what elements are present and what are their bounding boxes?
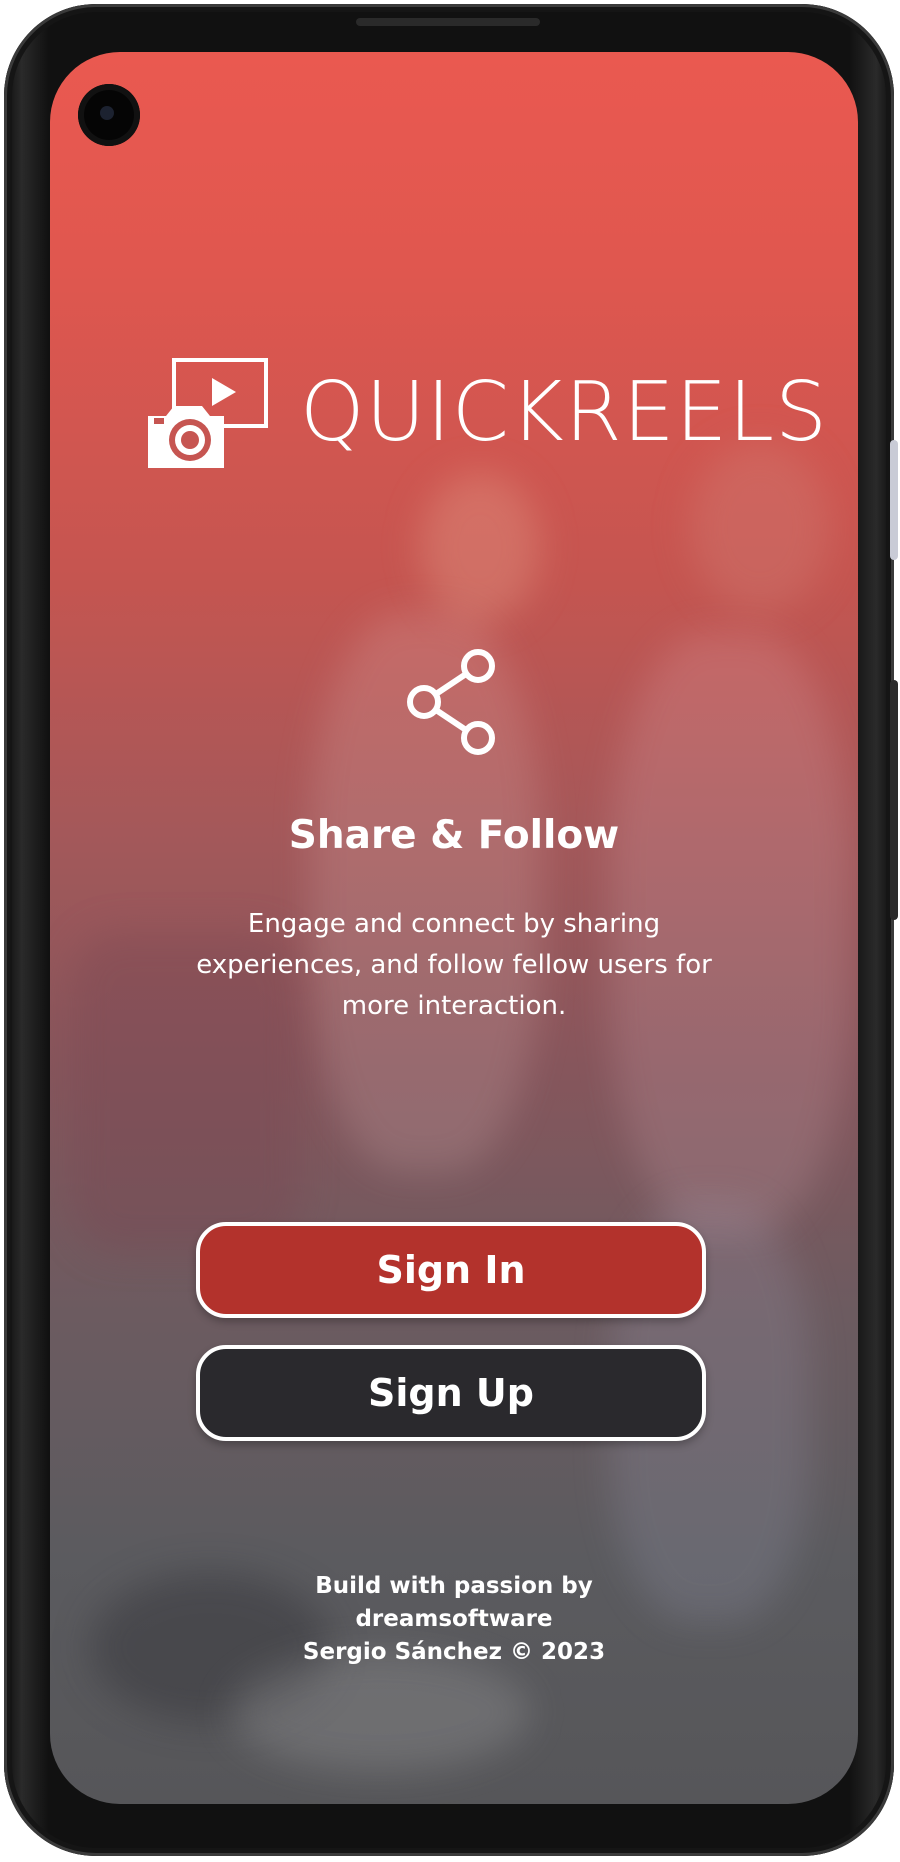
camera-play-icon	[148, 358, 268, 468]
footer-line: dreamsoftware	[355, 1606, 553, 1632]
front-camera	[78, 84, 140, 146]
footer-line: Build with passion by	[315, 1573, 593, 1599]
volume-button	[890, 440, 898, 560]
phone-frame: QUICKREELS Share & Follow Engage and con…	[4, 4, 898, 1856]
feature-description: Engage and connect by sharing experience…	[196, 909, 712, 1021]
feature-title: Share & Follow	[288, 813, 620, 858]
footer-credits: Build with passion by dreamsoftware Serg…	[50, 1570, 858, 1669]
power-button	[890, 680, 898, 920]
app-name: QUICKREELS	[300, 364, 829, 460]
app-logo: QUICKREELS	[146, 342, 827, 482]
share-icon	[407, 649, 495, 755]
sign-up-button[interactable]: Sign Up	[196, 1345, 706, 1441]
sign-in-button[interactable]: Sign In	[196, 1222, 706, 1318]
speaker-grille	[356, 18, 540, 26]
footer-line: Sergio Sánchez © 2023	[302, 1639, 606, 1665]
app-screen: QUICKREELS Share & Follow Engage and con…	[50, 52, 858, 1804]
